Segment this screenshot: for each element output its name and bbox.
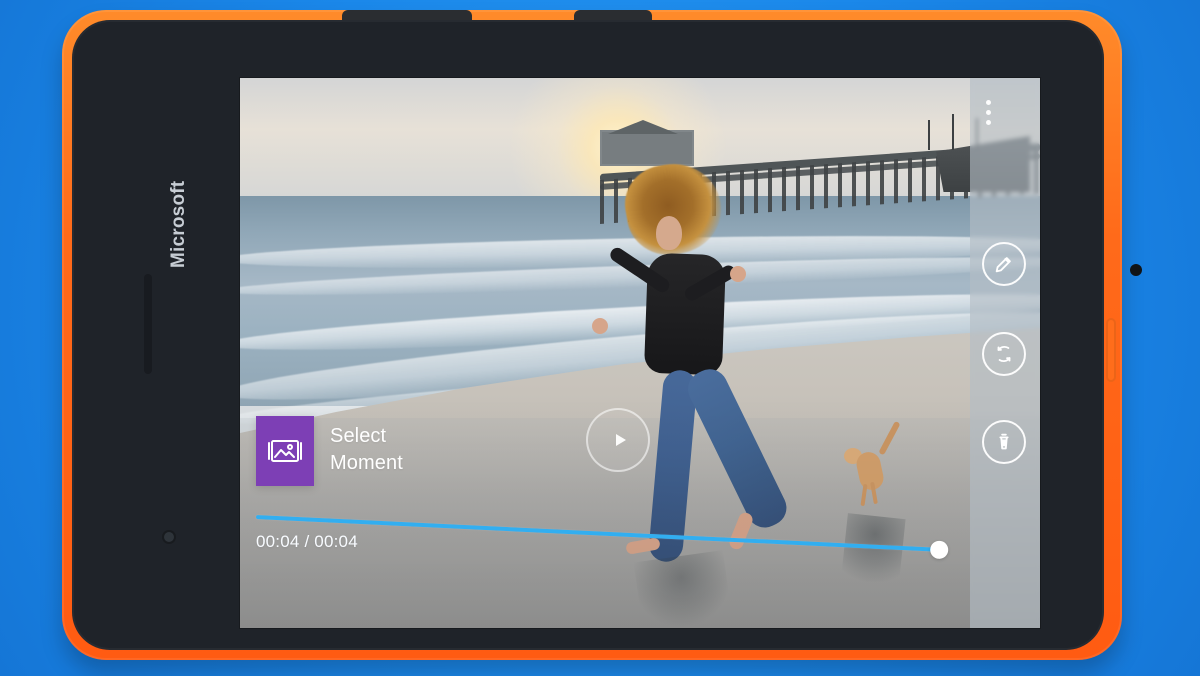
action-rail [970,78,1040,628]
timecode: 00:04 / 00:04 [256,532,358,551]
more-vertical-icon[interactable] [986,100,992,126]
phone-marketing-stage: Microsoft Select Moment 00:04 / 00:04 [0,0,1200,676]
phone-front: Microsoft Select Moment 00:04 / 00:04 [72,20,1142,650]
trash-icon [999,433,1009,450]
timeline-scrubber[interactable] [255,508,949,560]
front-sensor-left [164,532,174,542]
play-button[interactable] [586,408,650,472]
select-moment-line-1: Select [330,425,387,447]
video-shade [240,78,1040,628]
side-button [1106,318,1116,382]
front-sensor-right [1130,264,1142,276]
moment-tile[interactable] [256,416,314,486]
top-button-right [574,10,652,20]
top-button-left [342,10,472,20]
select-moment-control[interactable]: Select Moment [256,416,466,492]
edit-icon [995,257,1011,273]
rotate-button[interactable] [982,332,1026,376]
beach-video-frame [240,78,1040,628]
select-moment-line-2: Moment [330,451,403,474]
photo-icon [268,440,302,462]
video-editor-screen: Select Moment 00:04 / 00:04 [240,78,1040,628]
phone-device: Microsoft Select Moment 00:04 / 00:04 [62,10,1142,660]
edit-button[interactable] [982,242,1026,286]
rotate-icon [997,345,1011,363]
delete-button[interactable] [982,420,1026,464]
play-icon [616,434,626,446]
brand-logo: Microsoft [168,180,189,268]
select-moment-label: Select Moment [330,416,403,477]
earpiece [144,274,152,374]
